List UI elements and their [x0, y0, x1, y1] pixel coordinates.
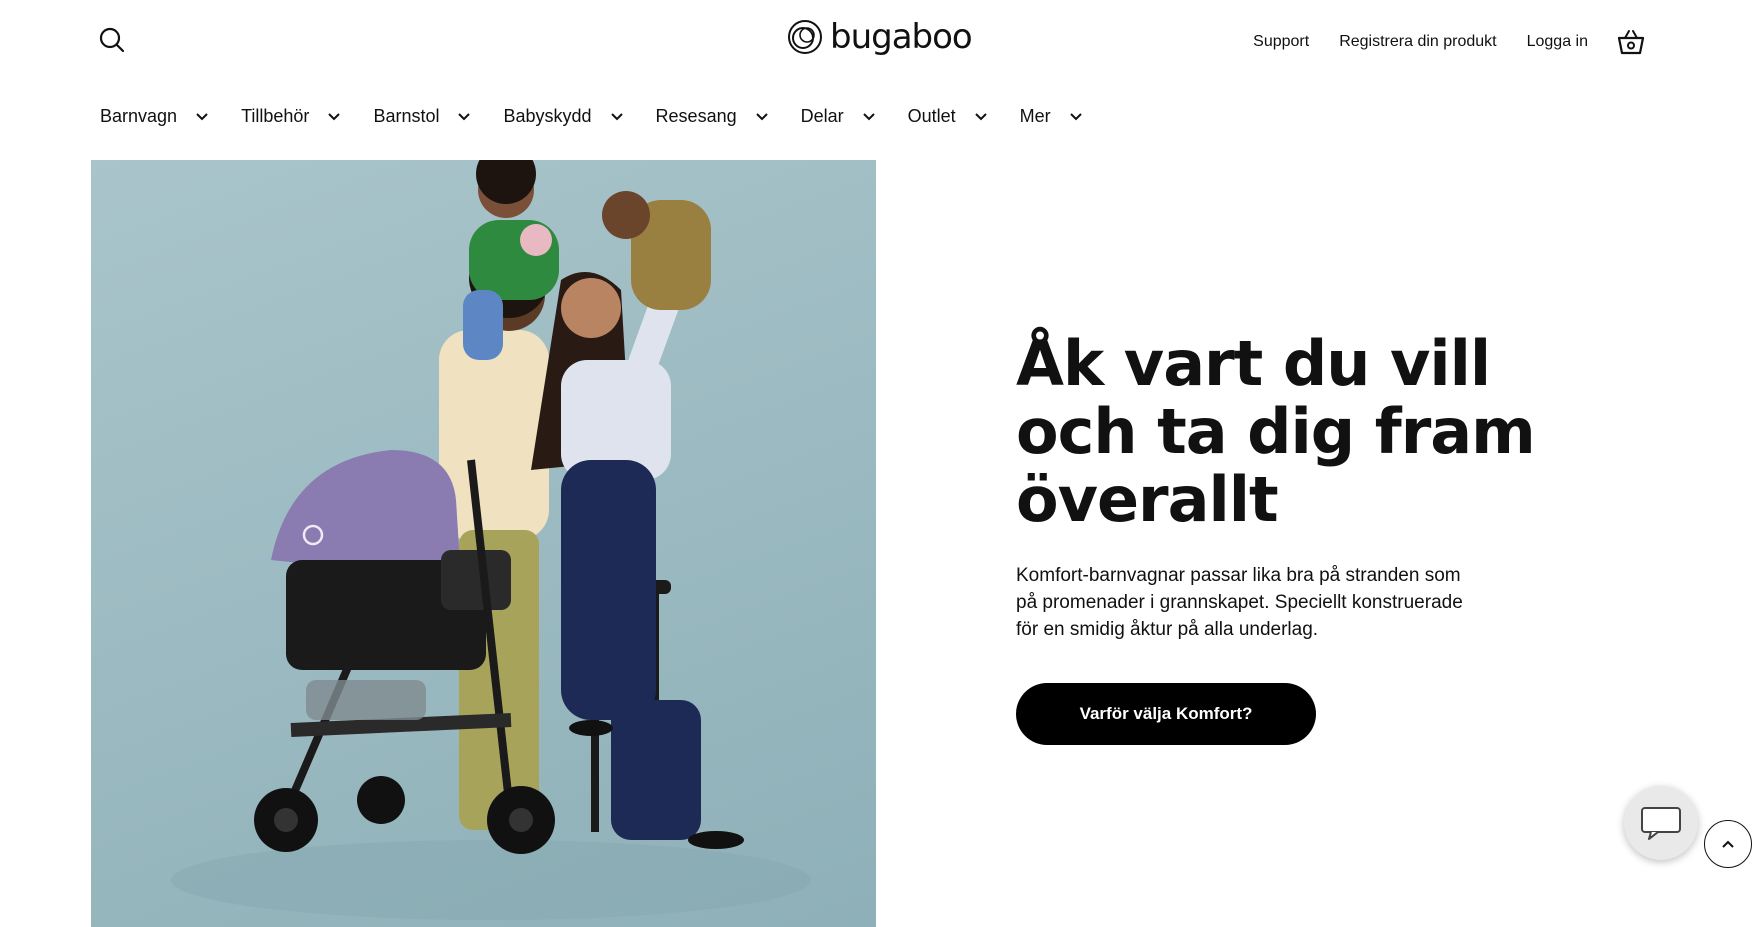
- nav-item-outlet[interactable]: Outlet: [908, 106, 988, 127]
- nav-item-tillbehor[interactable]: Tillbehör: [241, 106, 341, 127]
- arrow-up-icon: [1722, 840, 1734, 848]
- headline-line-1: Åk vart du vill: [1016, 327, 1491, 400]
- nav-item-label: Barnvagn: [100, 106, 178, 126]
- nav-item-resesang[interactable]: Resesang: [656, 106, 769, 127]
- hero-headline: Åk vart du vill och ta dig fram överallt: [1016, 330, 1536, 534]
- nav-item-label: Babyskydd: [503, 106, 592, 126]
- family-with-stroller-illustration: [171, 160, 811, 920]
- nav-item-barnvagn[interactable]: Barnvagn: [100, 106, 209, 127]
- brand-logo[interactable]: bugaboo: [786, 17, 973, 57]
- search-icon: [99, 27, 125, 53]
- main-nav: Barnvagn Tillbehör Barnstol Babyskydd Re…: [100, 106, 1115, 127]
- cart-icon: [1617, 30, 1645, 55]
- hero-description: Komfort-barnvagnar passar lika bra på st…: [1016, 565, 1463, 640]
- chat-icon: [1641, 807, 1681, 840]
- chevron-down-icon: [755, 112, 768, 120]
- nav-item-delar[interactable]: Delar: [801, 106, 876, 127]
- chevron-down-icon: [1069, 112, 1082, 120]
- nav-item-label: Delar: [800, 106, 844, 126]
- nav-item-label: Outlet: [907, 106, 956, 126]
- register-product-link[interactable]: Registrera din produkt: [1339, 33, 1496, 51]
- nav-item-label: Mer: [1019, 106, 1051, 126]
- chat-button[interactable]: [1624, 786, 1698, 860]
- cart-button[interactable]: [1616, 27, 1646, 57]
- headline-line-2: och ta dig fram: [1016, 395, 1536, 468]
- brand-name: bugaboo: [830, 17, 973, 57]
- chevron-down-icon: [196, 112, 208, 120]
- scroll-to-top-button[interactable]: [1704, 820, 1752, 868]
- chevron-down-icon: [610, 112, 623, 120]
- site-header: bugaboo Support Registrera din produkt L…: [0, 0, 1758, 70]
- hero-content: Åk vart du vill och ta dig fram överallt…: [1016, 330, 1536, 745]
- chevron-down-icon: [974, 112, 987, 120]
- nav-item-label: Resesang: [655, 106, 737, 126]
- chevron-down-icon: [328, 112, 341, 120]
- hero-image: [91, 160, 876, 927]
- headline-line-3: överallt: [1016, 463, 1279, 536]
- nav-item-label: Tillbehör: [241, 106, 310, 126]
- chevron-down-icon: [862, 112, 875, 120]
- support-link[interactable]: Support: [1253, 33, 1309, 51]
- search-button[interactable]: [98, 26, 126, 54]
- why-comfort-button[interactable]: Varför välja Komfort?: [1016, 683, 1316, 745]
- nav-item-mer[interactable]: Mer: [1020, 106, 1083, 127]
- login-link[interactable]: Logga in: [1527, 33, 1588, 51]
- chevron-down-icon: [458, 112, 471, 120]
- bugaboo-logo-icon: [788, 20, 822, 54]
- nav-item-label: Barnstol: [373, 106, 440, 126]
- utility-links: Support Registrera din produkt Logga in: [1253, 27, 1646, 57]
- nav-item-babyskydd[interactable]: Babyskydd: [503, 106, 623, 127]
- nav-item-barnstol[interactable]: Barnstol: [373, 106, 471, 127]
